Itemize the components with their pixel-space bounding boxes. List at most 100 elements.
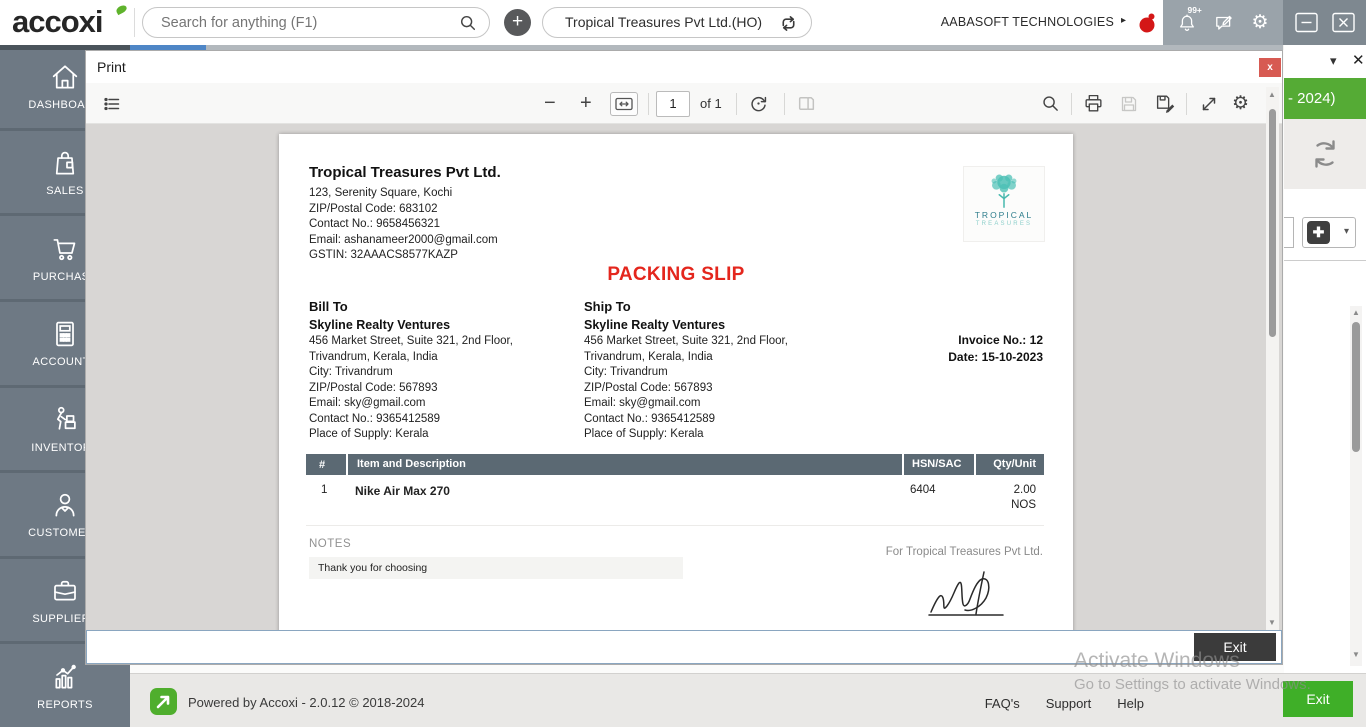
col-header-num: # — [306, 459, 346, 471]
fit-width-button[interactable] — [610, 83, 638, 124]
sidebar-item-label: SALES — [46, 185, 83, 197]
save-button[interactable] — [1119, 83, 1139, 124]
logo-text-line2: TREASURES — [964, 221, 1044, 227]
refresh-block[interactable] — [1284, 119, 1366, 189]
print-button[interactable] — [1083, 83, 1104, 124]
dialog-exit-button[interactable]: Exit — [1194, 633, 1276, 661]
outline-button[interactable] — [102, 83, 122, 124]
scroll-down-icon[interactable]: ▼ — [1350, 650, 1362, 659]
sidebar-item-label: REPORTS — [37, 699, 93, 711]
chat-icon — [1214, 13, 1234, 33]
app-exit-button[interactable]: Exit — [1283, 681, 1353, 717]
scroll-up-icon[interactable]: ▲ — [1350, 308, 1362, 317]
scrollbar-thumb[interactable] — [1352, 322, 1360, 452]
search-icon[interactable] — [459, 14, 477, 32]
collapse-caret-icon[interactable]: ▾ — [1330, 53, 1337, 69]
invoice-meta: Invoice No.: 12 Date: 15-10-2023 — [948, 332, 1043, 366]
chart-icon — [49, 661, 81, 693]
close-button[interactable] — [1331, 11, 1356, 34]
pdf-scroll-down-icon[interactable]: ▼ — [1266, 618, 1278, 627]
doc-company-line: GSTIN: 32AAACS8577KAZP — [309, 248, 498, 264]
signature-image — [921, 568, 1025, 624]
tree-icon — [982, 171, 1026, 209]
support-link[interactable]: Support — [1046, 696, 1092, 711]
pdf-toolbar: − + of 1 — [86, 83, 1282, 124]
fiscal-year-button[interactable]: - 2024) — [1284, 78, 1366, 119]
home-icon — [49, 61, 81, 93]
pdf-search-button[interactable] — [1041, 83, 1060, 124]
background-panel: ▲ ▼ — [1284, 260, 1366, 673]
help-link[interactable]: Help — [1117, 696, 1144, 711]
messages-button[interactable] — [1214, 13, 1234, 33]
switch-company-icon[interactable] — [779, 14, 798, 33]
accoxi-footer-icon — [150, 688, 177, 715]
quick-add-button[interactable]: + — [504, 9, 531, 36]
company-selector[interactable]: Tropical Treasures Pvt Ltd.(HO) — [542, 7, 812, 38]
tab-close-icon[interactable]: ✕ — [1352, 51, 1365, 69]
rotate-button[interactable] — [748, 83, 769, 124]
briefcase-icon — [49, 575, 81, 607]
pdf-scrollbar-thumb[interactable] — [1269, 109, 1276, 337]
save-as-button[interactable] — [1155, 83, 1176, 124]
minimize-button[interactable] — [1294, 11, 1319, 34]
organization-chevron-icon[interactable]: ▸ — [1121, 15, 1126, 26]
notifications-button[interactable]: 99+ — [1177, 13, 1197, 33]
global-search[interactable] — [142, 7, 490, 38]
bill-to-line: City: Trivandrum — [309, 365, 559, 381]
notes-text: Thank you for choosing — [309, 557, 683, 579]
toolbar-divider — [648, 93, 649, 115]
page-count-label: of 1 — [700, 83, 722, 124]
notification-badge: 99+ — [1187, 5, 1201, 15]
organization-avatar[interactable] — [1133, 8, 1163, 38]
page-organize-button[interactable] — [796, 83, 817, 124]
expand-button[interactable] — [1199, 83, 1219, 124]
zoom-out-button[interactable]: − — [544, 83, 556, 124]
pdf-scrollbar[interactable]: ▲ ▼ — [1266, 87, 1279, 630]
shopping-bag-icon — [49, 147, 81, 179]
toolbar-divider — [784, 93, 785, 115]
ship-to-block: Ship To Skyline Realty Ventures 456 Mark… — [584, 299, 850, 443]
ship-to-line: ZIP/Postal Code: 567893 — [584, 381, 850, 397]
search-input[interactable] — [161, 10, 441, 35]
pdf-scroll-up-icon[interactable]: ▲ — [1266, 90, 1278, 99]
background-window-right: ▾ ✕ - 2024) ✚ ▾ ▲ ▼ — [1284, 45, 1366, 673]
calculator-icon — [49, 318, 81, 350]
doc-company-logo: TROPICAL TREASURES — [963, 166, 1045, 242]
divider — [134, 8, 135, 37]
items-table: # Item and Description HSN/SAC Qty/Unit … — [306, 454, 1044, 526]
zoom-in-button[interactable]: + — [580, 83, 592, 124]
cell-item: Nike Air Max 270 — [346, 484, 902, 511]
invoice-number: Invoice No.: 12 — [948, 332, 1043, 349]
page-number-field[interactable] — [656, 83, 690, 124]
doc-company-line: Contact No.: 9658456321 — [309, 217, 498, 233]
ship-to-line: Email: sky@gmail.com — [584, 396, 850, 412]
add-icon[interactable]: ✚ — [1307, 221, 1330, 244]
doc-company-line: ZIP/Postal Code: 683102 — [309, 202, 498, 218]
dialog-footer: Exit — [86, 630, 1282, 664]
add-caret-icon[interactable]: ▾ — [1344, 226, 1349, 237]
accoxi-logo: accoxi — [12, 4, 103, 40]
print-dialog: Print x − + of 1 — [85, 50, 1283, 665]
cell-hsn: 6404 — [902, 484, 974, 511]
settings-gear-icon[interactable]: ⚙ — [1251, 11, 1268, 34]
refresh-icon — [1307, 136, 1343, 172]
page-number-input[interactable] — [656, 91, 690, 117]
pdf-settings-gear-icon[interactable]: ⚙ — [1232, 83, 1249, 124]
topbar-icons-panel: 99+ ⚙ — [1163, 0, 1283, 45]
bill-to-line: ZIP/Postal Code: 567893 — [309, 381, 559, 397]
doc-company-line: 123, Serenity Square, Kochi — [309, 186, 498, 202]
print-dialog-header: Print x — [86, 51, 1282, 83]
bill-to-line: 456 Market Street, Suite 321, 2nd Floor,… — [309, 334, 559, 365]
pdf-viewer: Tropical Treasures Pvt Ltd. 123, Serenit… — [86, 124, 1282, 631]
dialog-close-button[interactable]: x — [1259, 58, 1281, 77]
invoice-date: Date: 15-10-2023 — [948, 349, 1043, 366]
table-row: 1 Nike Air Max 270 6404 2.00 NOS — [306, 475, 1044, 526]
faq-link[interactable]: FAQ's — [985, 696, 1020, 711]
company-selector-label: Tropical Treasures Pvt Ltd.(HO) — [565, 14, 762, 30]
add-split-button[interactable]: ✚ ▾ — [1302, 217, 1356, 248]
qty-value: 2.00 — [974, 484, 1036, 496]
background-scrollbar[interactable]: ▲ — [1350, 306, 1362, 666]
window-controls — [1283, 0, 1366, 45]
organization-name[interactable]: AABASOFT TECHNOLOGIES — [941, 15, 1114, 29]
cell-qty: 2.00 NOS — [974, 484, 1044, 511]
